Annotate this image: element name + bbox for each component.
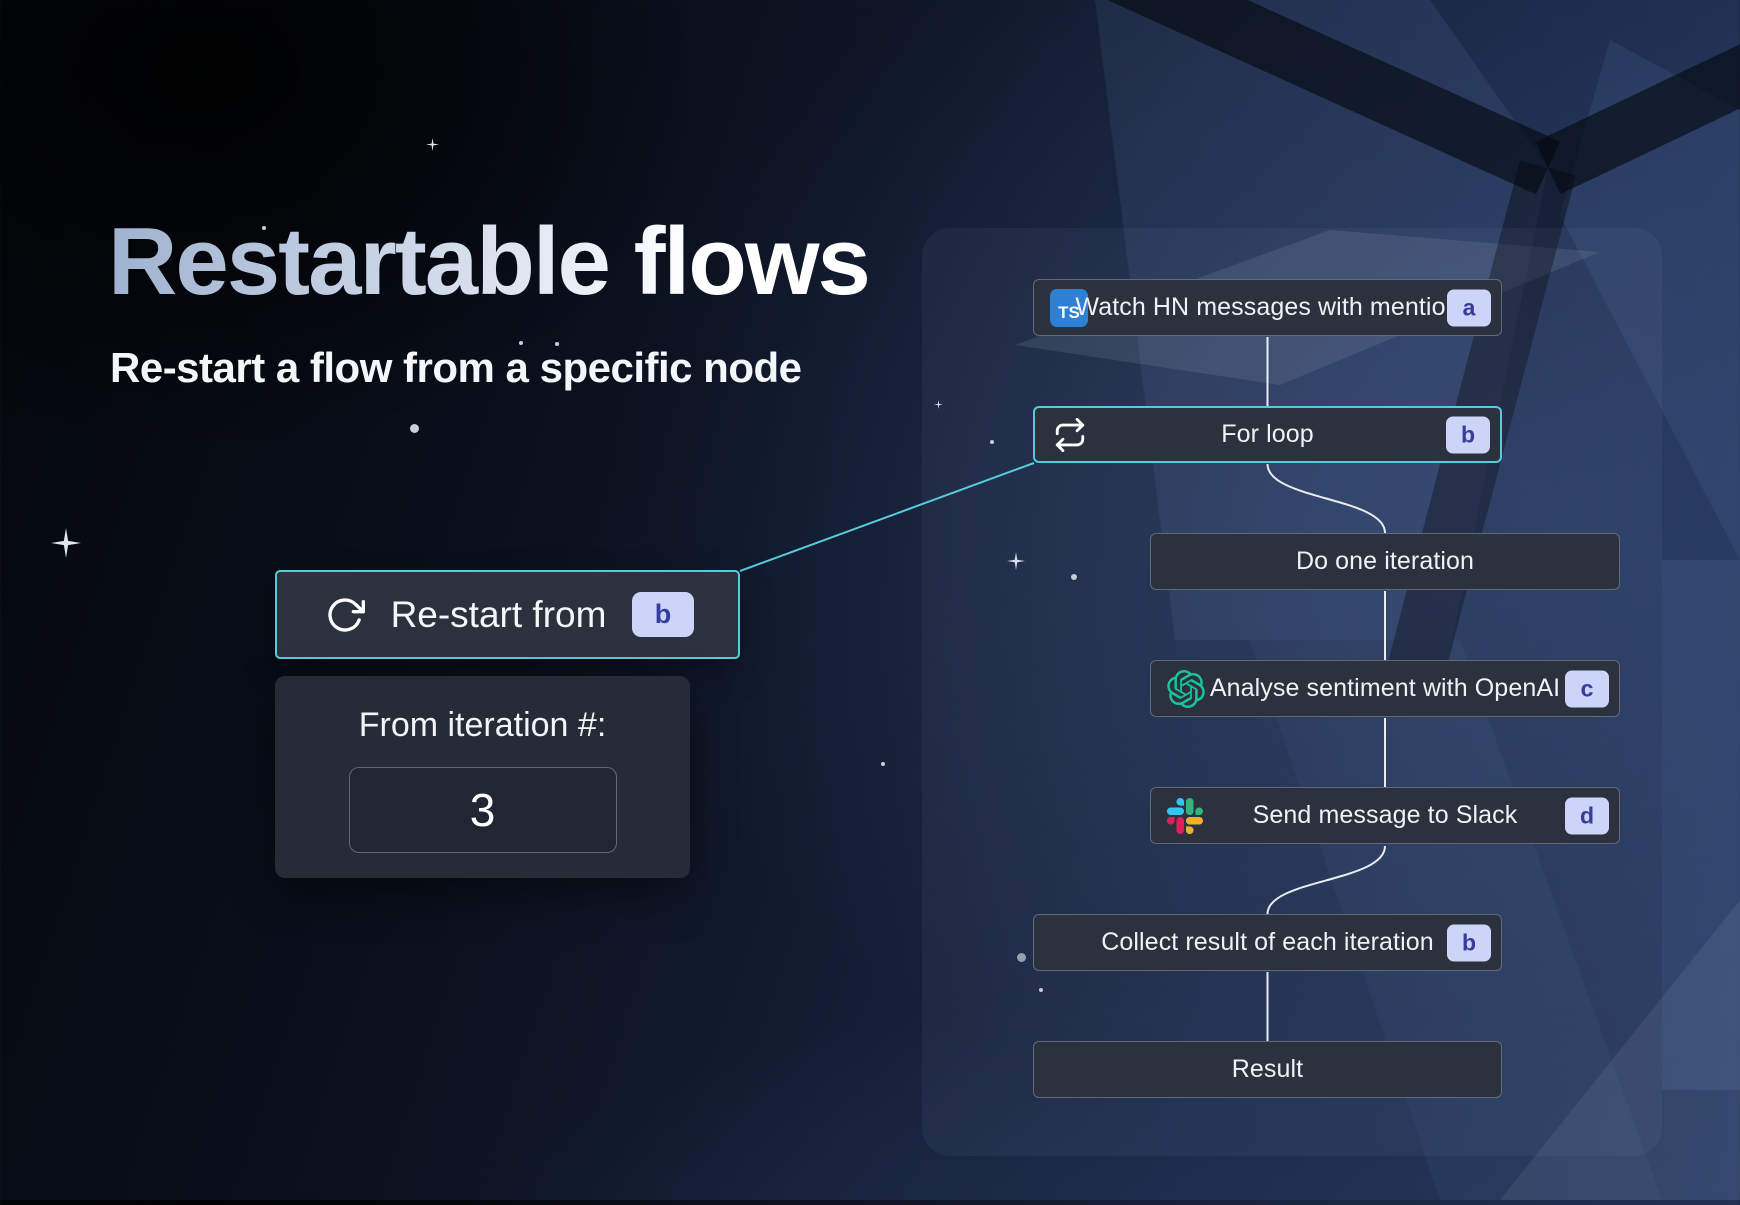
page-subtitle: Re-start a flow from a specific node [110, 344, 869, 392]
refresh-icon [325, 595, 365, 635]
iteration-input[interactable] [349, 767, 617, 853]
restart-label: Re-start from [365, 594, 632, 636]
node-badge: a [1447, 289, 1491, 326]
page-title: Restartable flows [108, 214, 869, 310]
flow-node-watch-hn[interactable]: TS Watch HN messages with mention a [1033, 279, 1502, 336]
flow-node-analyse-sentiment[interactable]: Analyse sentiment with OpenAI c [1150, 660, 1620, 717]
node-label: Result [1034, 1042, 1501, 1097]
node-badge: b [1447, 924, 1491, 961]
node-label: Watch HN messages with mention [1034, 280, 1501, 335]
node-label: Send message to Slack [1151, 788, 1619, 843]
node-label: For loop [1035, 408, 1500, 461]
node-label: Analyse sentiment with OpenAI [1151, 661, 1619, 716]
flow-node-collect-result[interactable]: Collect result of each iteration b [1033, 914, 1502, 971]
restart-from-card[interactable]: Re-start from b [275, 570, 740, 659]
flow-node-send-slack[interactable]: Send message to Slack d [1150, 787, 1620, 844]
iteration-card: From iteration #: [275, 676, 690, 878]
iteration-label: From iteration #: [359, 706, 607, 745]
restart-link-line [740, 463, 1034, 571]
flow-node-do-one-iteration[interactable]: Do one iteration [1150, 533, 1620, 590]
hero-section: Restartable flows Re-start a flow from a… [108, 214, 869, 392]
connector-forloop-iteration [1268, 464, 1386, 533]
flow-connectors [0, 0, 1740, 1200]
flow-node-for-loop[interactable]: For loop b [1033, 406, 1502, 463]
node-badge: d [1565, 797, 1609, 834]
restart-badge: b [632, 592, 694, 637]
node-label: Do one iteration [1151, 534, 1619, 589]
node-badge: c [1565, 670, 1609, 707]
node-badge: b [1446, 416, 1490, 453]
flow-node-result[interactable]: Result [1033, 1041, 1502, 1098]
node-label: Collect result of each iteration [1034, 915, 1501, 970]
connector-slack-collect [1268, 846, 1386, 914]
